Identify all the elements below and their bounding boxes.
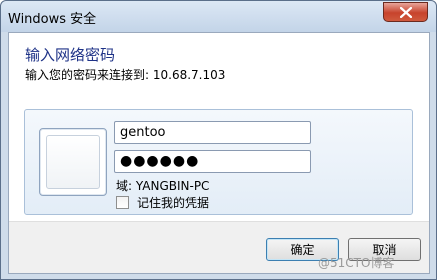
password-input[interactable]: ●●●●●● — [114, 150, 311, 173]
close-button[interactable] — [383, 2, 428, 22]
dialog-heading: 输入网络密码 — [25, 46, 116, 64]
dialog-header: 输入网络密码 输入您的密码来连接到: 10.68.7.103 — [9, 33, 429, 107]
user-tile-icon — [39, 128, 107, 196]
remember-credentials-option[interactable]: 记住我的凭据 — [116, 194, 209, 211]
window-title: Windows 安全 — [8, 12, 97, 27]
title-bar[interactable]: Windows 安全 — [1, 1, 436, 32]
connection-description: 输入您的密码来连接到: 10.68.7.103 — [25, 68, 226, 82]
remember-label: 记住我的凭据 — [137, 196, 210, 210]
username-input[interactable]: gentoo — [114, 121, 311, 144]
domain-label: 域: YANGBIN-PC — [116, 179, 210, 193]
remember-checkbox[interactable] — [116, 196, 129, 209]
security-dialog: Windows 安全 输入网络密码 输入您的密码来连接到: 10.68.7.10… — [0, 0, 437, 280]
user-tile-frame — [46, 135, 100, 189]
watermark: @51CTO博客 — [318, 256, 395, 270]
close-icon — [399, 6, 412, 18]
dialog-body: 输入网络密码 输入您的密码来连接到: 10.68.7.103 gentoo ●●… — [8, 32, 430, 274]
credential-tile[interactable]: gentoo ●●●●●● 域: YANGBIN-PC 记住我的凭据 — [24, 109, 413, 215]
